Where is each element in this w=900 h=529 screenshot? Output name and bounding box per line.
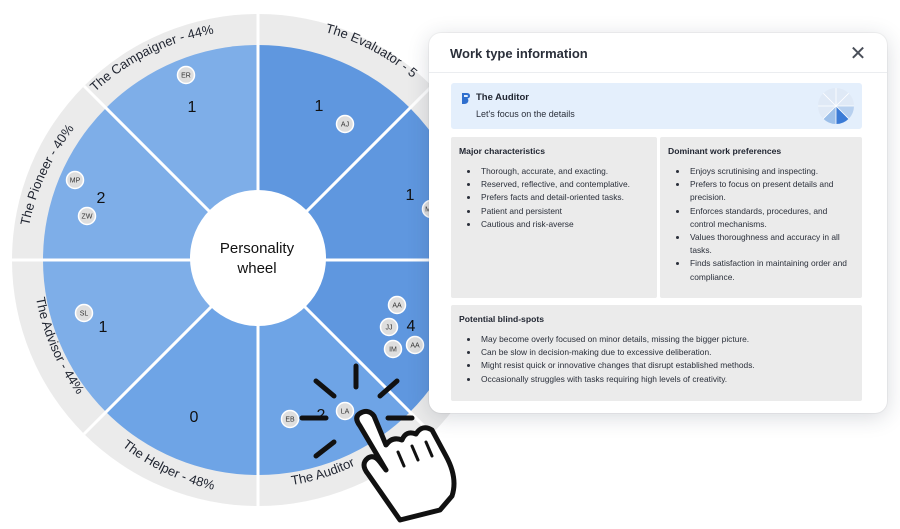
segment-count: 4 [407,318,416,335]
segment-count: 1 [406,187,415,204]
list-item: Prefers to focus on present details and … [688,178,854,204]
avatar[interactable]: EB [280,409,300,429]
svg-text:AJ: AJ [341,122,349,129]
segment-count: 2 [317,407,326,424]
svg-text:ER: ER [181,73,191,80]
wheel-center-label: Personality [220,240,295,257]
svg-text:AA: AA [392,303,402,310]
type-tagline: Let's focus on the details [476,109,575,119]
svg-text:IM: IM [389,347,397,354]
avatar[interactable]: LA [335,401,355,421]
svg-text:AA: AA [410,343,420,350]
avatar[interactable]: AA [387,295,407,315]
work-preferences-box: Dominant work preferences Enjoys scrutin… [660,137,862,298]
list-item: Thorough, accurate, and exacting. [479,165,649,178]
blind-spots-box: Potential blind-spots May become overly … [451,305,862,401]
avatar[interactable]: SL [74,303,94,323]
list-item: Enforces standards, procedures, and cont… [688,205,854,231]
list-item: May become overly focused on minor detai… [479,333,854,346]
svg-text:ZW: ZW [82,214,93,221]
avatar[interactable]: ER [176,65,196,85]
svg-text:SL: SL [80,311,89,318]
type-banner: The Auditor Let's focus on the details [451,83,862,129]
section-title: Dominant work preferences [668,146,782,156]
list-item: Prefers facts and detail-oriented tasks. [479,191,649,204]
segment-count: 1 [315,98,324,115]
avatar[interactable]: MP [65,170,85,190]
list-item: Can be slow in decision-making due to ex… [479,346,854,359]
type-name: The Auditor [476,92,529,103]
list-item: Cautious and risk-averse [479,218,649,231]
list-item: Enjoys scrutinising and inspecting. [688,165,854,178]
close-icon[interactable]: ✕ [847,43,869,65]
list-item: Finds satisfaction in maintaining order … [688,257,854,283]
list-item: Occasionally struggles with tasks requir… [479,373,854,386]
section-title: Major characteristics [459,146,545,156]
list-item: Might resist quick or innovative changes… [479,359,854,372]
major-characteristics-box: Major characteristics Thorough, accurate… [451,137,657,298]
svg-text:JJ: JJ [386,325,393,332]
list-item: Values thoroughness and accuracy in all … [688,231,854,257]
mini-wheel-icon [818,88,854,124]
svg-text:LA: LA [341,409,350,416]
list-item: Reserved, reflective, and contemplative. [479,178,649,191]
wheel-center-label: wheel [236,260,276,277]
panel-divider [429,72,887,73]
panel-title: Work type information [450,46,588,61]
svg-text:MP: MP [70,178,81,185]
section-title: Potential blind-spots [459,314,544,324]
auditor-type-icon [462,93,470,104]
segment-count: 1 [99,319,108,336]
avatar[interactable]: IM [383,339,403,359]
avatar[interactable]: JJ [379,317,399,337]
avatar[interactable]: AJ [335,114,355,134]
avatar[interactable]: ZW [77,206,97,226]
segment-count: 0 [190,409,199,426]
svg-text:EB: EB [285,417,295,424]
wheel-center [190,190,326,326]
segment-count: 1 [188,99,197,116]
avatar[interactable]: AA [405,335,425,355]
list-item: Patient and persistent [479,205,649,218]
work-type-info-panel: Work type information ✕ The Auditor Let'… [429,33,887,413]
segment-count: 2 [97,190,106,207]
